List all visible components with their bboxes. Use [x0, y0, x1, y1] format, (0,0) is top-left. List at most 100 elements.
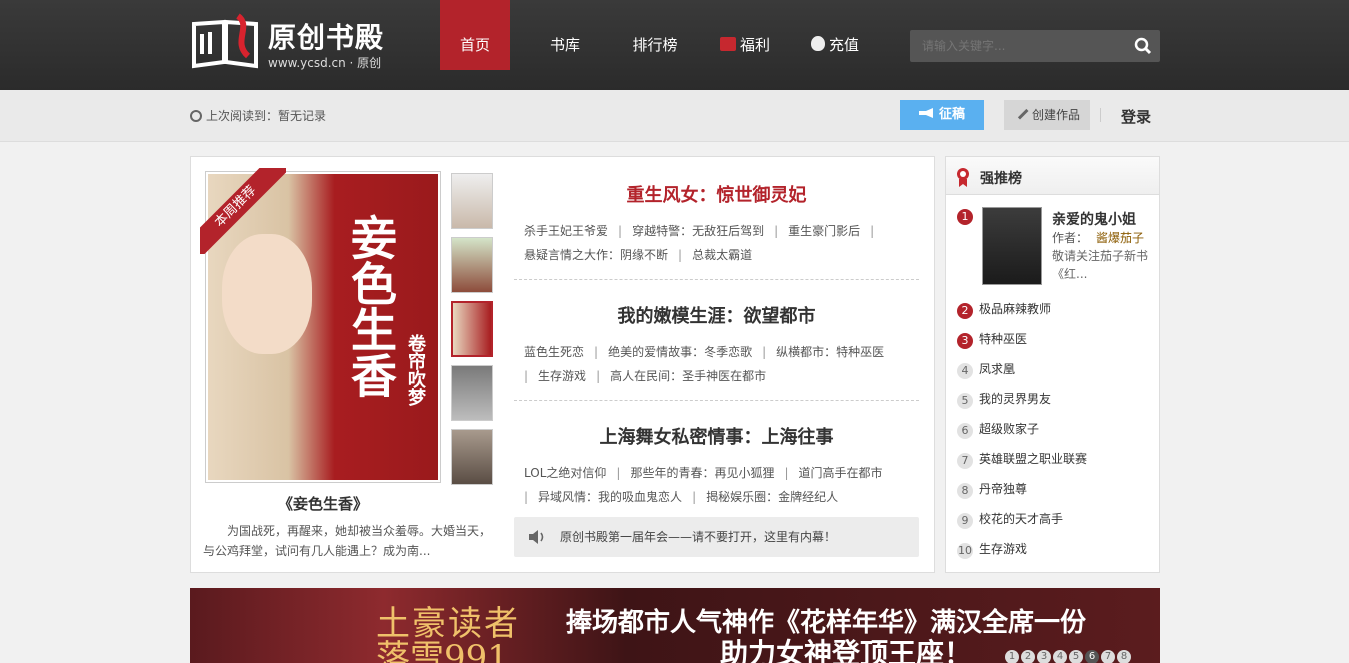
- rank-top-title[interactable]: 亲爱的鬼小姐: [1052, 209, 1136, 229]
- banner-dot[interactable]: 2: [1021, 650, 1035, 663]
- last-read-text: 上次阅读到：暂无记录: [206, 109, 327, 123]
- ranking-item[interactable]: 7 英雄联盟之职业联赛: [946, 449, 1159, 479]
- ranking-item[interactable]: 10 生存游戏: [946, 539, 1159, 569]
- banner-dot[interactable]: 5: [1069, 650, 1083, 663]
- book-link[interactable]: 绝美的爱情故事：冬季恋歌: [608, 345, 752, 359]
- book-link[interactable]: 揭秘娱乐圈：金牌经纪人: [706, 490, 838, 504]
- rank-number: 3: [957, 333, 973, 349]
- featured-links: 杀手王妃王爷爱 | 穿越特警：无敌狂后驾到 | 重生豪门影后 | 悬疑言情之大作：阴缘不断…: [524, 224, 875, 262]
- rank-number: 6: [957, 423, 973, 439]
- rank-top-desc: 敬请关注茄子新书《红...: [1052, 249, 1149, 281]
- nav-welfare[interactable]: 福利: [710, 0, 780, 70]
- promo-banner[interactable]: 土豪读者 落雪991 捧场都市人气神作《花样年华》满汉全席一份 助力女神登顶王座…: [190, 588, 1160, 663]
- create-work-button[interactable]: 创建作品: [1004, 100, 1090, 130]
- pencil-icon: [1011, 102, 1029, 120]
- thumbnail-selected[interactable]: [451, 301, 493, 357]
- cover-thumbnails: [451, 173, 495, 493]
- rank-number: 5: [957, 393, 973, 409]
- book-link[interactable]: 悬疑言情之大作：阴缘不断: [524, 248, 668, 262]
- nav-ranking[interactable]: 排行榜: [620, 0, 690, 70]
- announcement-bar[interactable]: 原创书殿第一届年会——请不要打开，这里有内幕！: [514, 517, 919, 557]
- nav-home[interactable]: 首页: [440, 0, 510, 70]
- book-link[interactable]: 重生豪门影后: [788, 224, 860, 238]
- nav-home-label: 首页: [459, 36, 490, 54]
- thumbnail[interactable]: [451, 365, 493, 421]
- book-link[interactable]: 杀手王妃王爷爱: [524, 224, 608, 238]
- ranking-list: 2 极品麻辣教师 3 特种巫医 4 凤求凰 5 我的灵界男友 6 超级败家子 7 英雄联盟之…: [946, 299, 1159, 569]
- rank-title: 凤求凰: [979, 362, 1016, 376]
- book-link[interactable]: 蓝色生死恋: [524, 345, 584, 359]
- book-link[interactable]: 生存游戏: [538, 369, 586, 383]
- cover-book-title[interactable]: 《妾色生香》: [205, 493, 441, 514]
- ranking-item[interactable]: 6 超级败家子: [946, 419, 1159, 449]
- search-icon[interactable]: [1134, 37, 1152, 55]
- book-link[interactable]: 异域风情：我的吸血鬼恋人: [538, 490, 682, 504]
- nav-library-label: 书库: [549, 36, 580, 54]
- rank-number: 9: [957, 513, 973, 529]
- announcement-text: 原创书殿第一届年会——请不要打开，这里有内幕！: [560, 530, 837, 544]
- ranking-top-item[interactable]: 1 亲爱的鬼小姐 作者： 酱爆茄子 敬请关注茄子新书《红...: [946, 195, 1159, 285]
- rank-title: 丹帝独尊: [979, 482, 1028, 496]
- rank-title: 极品麻辣教师: [979, 302, 1052, 316]
- thumbnail[interactable]: [451, 237, 493, 293]
- nav-recharge[interactable]: 充值: [800, 0, 870, 70]
- rank-title: 校花的天才高手: [979, 512, 1064, 526]
- author-name[interactable]: 酱爆茄子: [1096, 231, 1144, 245]
- book-link[interactable]: 那些年的青春：再见小狐狸: [630, 466, 774, 480]
- thumbnail[interactable]: [451, 429, 493, 485]
- featured-block: 上海舞女私密情事：上海往事 LOL之绝对信仰 | 那些年的青春：再见小狐狸 | 道门高手…: [514, 413, 919, 521]
- book-link[interactable]: 总裁太霸道: [692, 248, 752, 262]
- recommend-ranking: 强推榜 1 亲爱的鬼小姐 作者： 酱爆茄子 敬请关注茄子新书《红... 2 极品麻辣…: [945, 156, 1160, 573]
- book-link[interactable]: 穿越特警：无敌狂后驾到: [632, 224, 764, 238]
- featured-links: 蓝色生死恋 | 绝美的爱情故事：冬季恋歌 | 纵横都市：特种巫医 | 生存游戏 | 高人在民间…: [524, 345, 885, 383]
- rank-title: 我的灵界男友: [979, 392, 1052, 406]
- rank-number: 1: [957, 209, 973, 225]
- banner-dot[interactable]: 1: [1005, 650, 1019, 663]
- featured-title[interactable]: 上海舞女私密情事：上海往事: [514, 413, 919, 461]
- rank-title: 英雄联盟之职业联赛: [979, 452, 1088, 466]
- rank-top-cover[interactable]: [982, 207, 1042, 285]
- banner-line-2: 落雪991: [376, 638, 509, 663]
- login-link[interactable]: 登录: [1121, 106, 1151, 127]
- banner-dot[interactable]: 4: [1053, 650, 1067, 663]
- search-input[interactable]: [910, 30, 1125, 62]
- logo-url: www.ycsd.cn · 原创: [268, 56, 382, 70]
- book-link[interactable]: LOL之绝对信仰: [524, 466, 606, 480]
- featured-list: 重生风女：惊世御灵妃 杀手王妃王爷爱 | 穿越特警：无敌狂后驾到 | 重生豪门影后 | 悬…: [514, 171, 919, 533]
- cover-book-description: 为国战死，再醒来，她却被当众羞辱。大婚当天，与公鸡拜堂，试问有几人能遇上？成为南…: [203, 524, 492, 558]
- banner-dot[interactable]: 7: [1101, 650, 1115, 663]
- featured-block: 我的嫩模生涯：欲望都市 蓝色生死恋 | 绝美的爱情故事：冬季恋歌 | 纵横都市：特种巫医…: [514, 292, 919, 401]
- featured-title[interactable]: 我的嫩模生涯：欲望都市: [514, 292, 919, 340]
- banner-dot[interactable]: 3: [1037, 650, 1051, 663]
- ranking-item[interactable]: 5 我的灵界男友: [946, 389, 1159, 419]
- book-link[interactable]: 高人在民间：圣手神医在都市: [610, 369, 766, 383]
- featured-title[interactable]: 重生风女：惊世御灵妃: [514, 171, 919, 219]
- search-box: [910, 30, 1160, 62]
- banner-pagination: 12345678: [1005, 648, 1133, 663]
- sub-bar: 上次阅读到：暂无记录 征稿 创建作品 登录: [0, 90, 1349, 142]
- banner-dot-active[interactable]: 6: [1085, 650, 1099, 663]
- thumbnail[interactable]: [451, 173, 493, 229]
- ranking-item[interactable]: 4 凤求凰: [946, 359, 1159, 389]
- book-link[interactable]: 纵横都市：特种巫医: [776, 345, 884, 359]
- nav-library[interactable]: 书库: [530, 0, 600, 70]
- rank-number: 2: [957, 303, 973, 319]
- weekly-pick-ribbon: 本周推荐: [200, 168, 286, 254]
- ranking-item[interactable]: 2 极品麻辣教师: [946, 299, 1159, 329]
- ranking-item[interactable]: 8 丹帝独尊: [946, 479, 1159, 509]
- moneybag-icon: [810, 36, 825, 51]
- last-read: 上次阅读到：暂无记录: [190, 107, 326, 124]
- featured-cover[interactable]: 妾色生香 卷帘吹梦 本周推荐: [200, 168, 441, 483]
- rank-number: 4: [957, 363, 973, 379]
- ranking-item[interactable]: 9 校花的天才高手: [946, 509, 1159, 539]
- call-for-submissions-button[interactable]: 征稿: [900, 100, 984, 130]
- site-logo[interactable]: 原创书殿 www.ycsd.cn · 原创: [190, 12, 400, 72]
- featured-panel: 妾色生香 卷帘吹梦 本周推荐 《妾色生香》 为国战死，再醒来，她却被当众羞辱。大…: [190, 156, 935, 573]
- book-link[interactable]: 道门高手在都市: [799, 466, 883, 480]
- ranking-item[interactable]: 3 特种巫医: [946, 329, 1159, 359]
- speaker-icon: [529, 530, 544, 544]
- rank-number: 10: [957, 543, 973, 559]
- banner-dot[interactable]: 8: [1117, 650, 1131, 663]
- author-label: 作者：: [1052, 231, 1089, 245]
- divider: [1100, 108, 1101, 122]
